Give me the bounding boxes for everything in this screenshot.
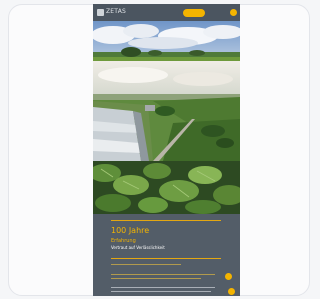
content-section: 100 Jahre Erfahrung Vertraut auf Verläss… [93,214,240,296]
mobile-page: ZETAS 100 Jahre Erfahrung Vertraut auf V… [93,4,240,296]
action-icon[interactable] [225,273,232,280]
top-bar: ZETAS [93,4,240,21]
divider [111,258,221,259]
brand-name[interactable]: ZETAS [106,8,126,16]
headline: 100 Jahre [111,226,150,235]
sky-field-image [93,21,240,61]
text-line [111,274,215,275]
divider [111,220,221,221]
cta-button[interactable] [183,9,205,17]
menu-icon[interactable] [230,9,237,16]
text-line [111,291,211,292]
text-line [111,287,215,288]
text-line [111,264,181,265]
viewport: ZETAS 100 Jahre Erfahrung Vertraut auf V… [0,0,318,299]
tagline: Vertraut auf Verlässlichkeit [111,245,165,250]
subtitle: Erfahrung [111,238,136,244]
text-line [111,278,201,279]
action-icon[interactable] [228,288,235,295]
aerial-farm-image [93,61,240,161]
plant-leaves-image [93,161,240,214]
logo-icon [97,9,104,16]
